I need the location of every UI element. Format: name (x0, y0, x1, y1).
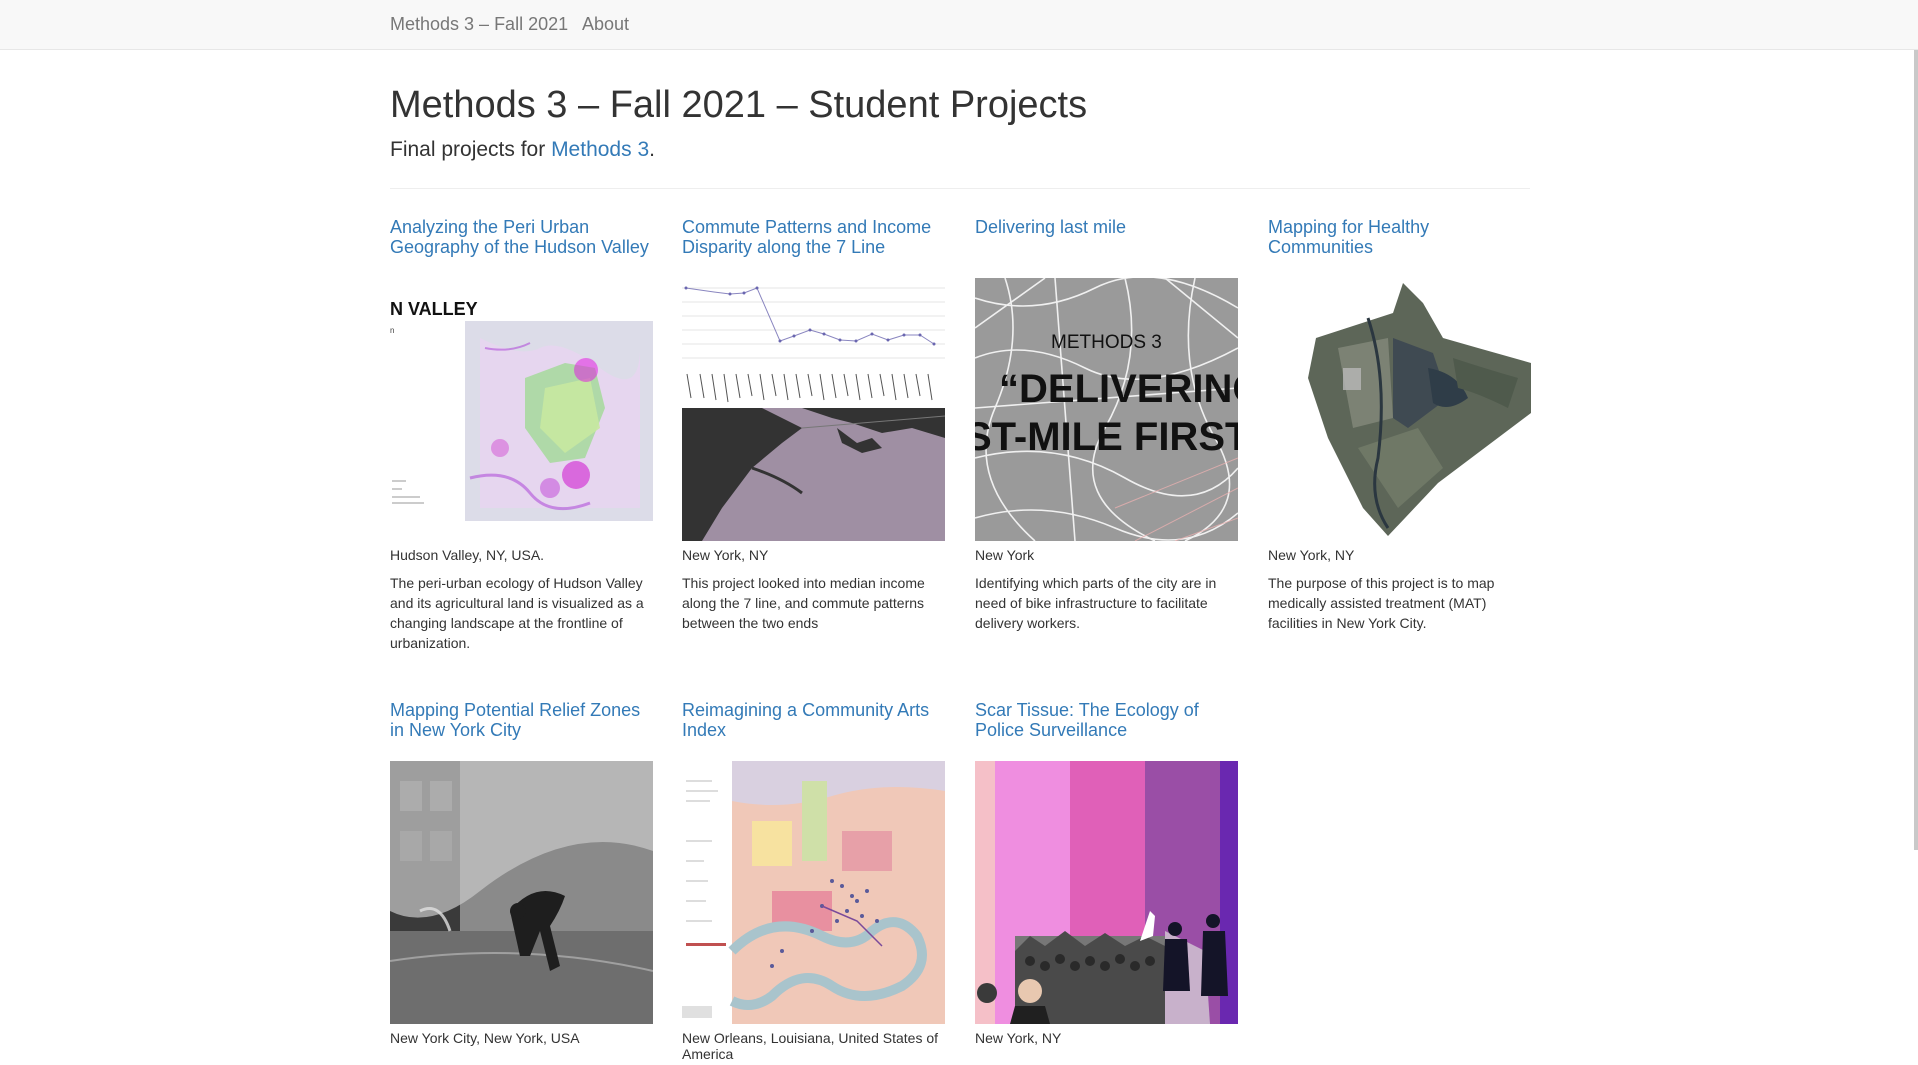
project-description: This project looked into median income a… (682, 575, 925, 631)
delivering-last-mile-poster-image: METHODS 3 “DELIVERING ST-MILE FIRST (975, 278, 1238, 541)
svg-text:n: n (390, 326, 394, 335)
subtitle-suffix: . (649, 138, 655, 161)
project-location: Hudson Valley, NY, USA. (390, 547, 545, 563)
project-location: New York, NY (1268, 547, 1355, 563)
project-card-healthy-communities: Mapping for Healthy Communities New York… (1268, 217, 1531, 631)
project-card-relief-zones: Mapping Potential Relief Zones in New Yo… (390, 700, 653, 1046)
project-thumbnail[interactable]: N VALLEY n (390, 278, 653, 541)
nav-brand-link[interactable]: Methods 3 – Fall 2021 (390, 14, 568, 35)
project-location: New York City, New York, USA (390, 1030, 580, 1046)
project-description: The peri-urban ecology of Hudson Valley … (390, 575, 644, 651)
image-heading-text: N VALLEY (390, 299, 478, 319)
commute-chart-map-image (682, 278, 945, 541)
project-thumbnail[interactable] (1268, 278, 1531, 541)
project-thumbnail[interactable] (682, 278, 945, 541)
project-thumbnail[interactable] (390, 761, 653, 1024)
project-card-community-arts: Reimagining a Community Arts Index New O… (682, 700, 945, 1062)
subtitle-prefix: Final projects for (390, 138, 552, 161)
project-thumbnail[interactable] (975, 761, 1238, 1024)
project-card-commute-patterns: Commute Patterns and Income Disparity al… (682, 217, 945, 631)
hydrant-spray-photo (390, 761, 653, 1024)
project-card-scar-tissue: Scar Tissue: The Ecology of Police Surve… (975, 700, 1238, 1046)
page-scrollbar[interactable] (1914, 50, 1918, 850)
police-surveillance-collage-image (975, 761, 1238, 1024)
project-card-hudson-valley: Analyzing the Peri Urban Geography of th… (390, 217, 653, 651)
project-location: New York, NY (975, 1030, 1062, 1046)
page-title: Methods 3 – Fall 2021 – Student Projects (390, 84, 1088, 126)
project-location: New York, NY (682, 547, 769, 563)
project-thumbnail[interactable] (682, 761, 945, 1024)
project-description: The purpose of this project is to map me… (1268, 575, 1495, 631)
project-thumbnail[interactable]: METHODS 3 “DELIVERING ST-MILE FIRST (975, 278, 1238, 541)
project-title-link[interactable]: Delivering last mile (975, 217, 1238, 257)
header-divider (390, 188, 1530, 189)
project-title-link[interactable]: Reimagining a Community Arts Index (682, 700, 945, 740)
project-title-link[interactable]: Analyzing the Peri Urban Geography of th… (390, 217, 653, 257)
top-navbar: Methods 3 – Fall 2021 About (0, 0, 1918, 50)
nav-about-link[interactable]: About (582, 14, 629, 35)
new-orleans-map-image (682, 761, 945, 1024)
project-location: New Orleans, Louisiana, United States of… (682, 1030, 939, 1062)
poster-methods-3-text: METHODS 3 (1051, 332, 1162, 353)
project-card-delivering-last-mile: Delivering last mile METHODS 3 “DELIVERI… (975, 217, 1238, 631)
project-description: Identifying which parts of the city are … (975, 575, 1217, 631)
project-title-link[interactable]: Mapping Potential Relief Zones in New Yo… (390, 700, 653, 740)
project-title-link[interactable]: Scar Tissue: The Ecology of Police Surve… (975, 700, 1238, 740)
project-location: New York (975, 547, 1035, 563)
poster-heading-line-2: ST-MILE FIRST (975, 415, 1238, 459)
project-title-link[interactable]: Mapping for Healthy Communities (1268, 217, 1531, 257)
methods-3-link[interactable]: Methods 3 (551, 138, 649, 161)
poster-heading-line-1: “DELIVERING (999, 367, 1238, 411)
hudson-valley-map-image: N VALLEY n (390, 278, 653, 541)
satellite-map-image (1268, 278, 1531, 541)
project-title-link[interactable]: Commute Patterns and Income Disparity al… (682, 217, 945, 257)
page-subtitle: Final projects for Methods 3. (390, 138, 655, 162)
